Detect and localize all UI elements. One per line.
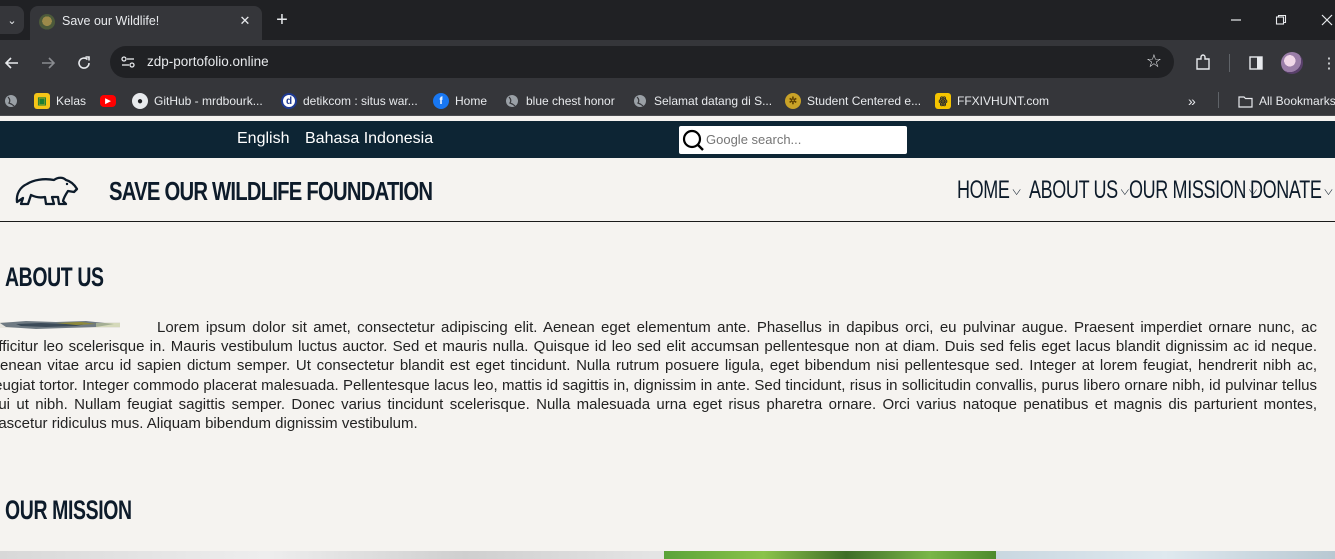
nav-mission-label: OUR MISSION: [1129, 176, 1247, 204]
minimize-icon[interactable]: [1226, 10, 1246, 30]
nav-donate[interactable]: DONATE ⌵: [1250, 176, 1333, 205]
bookmark-star-icon[interactable]: ☆: [1146, 51, 1162, 72]
side-panel-icon[interactable]: [1245, 52, 1267, 74]
profile-avatar[interactable]: [1281, 52, 1303, 74]
bookmark-item-detik[interactable]: d detikcom : situs war...: [281, 92, 418, 110]
bookmark-label: blue chest honor: [526, 94, 615, 108]
facebook-icon: f: [433, 93, 449, 109]
nav-our-mission[interactable]: OUR MISSION ⌵: [1129, 176, 1257, 205]
bookmarks-divider: [1218, 92, 1219, 108]
more-bookmarks-chevron-icon[interactable]: »: [1188, 92, 1196, 110]
university-icon: ✲: [785, 93, 801, 109]
bookmark-item-ffxivhunt[interactable]: ꙮ FFXIVHUNT.com: [935, 92, 1049, 110]
tab-search-button[interactable]: ⌄: [0, 6, 24, 34]
forward-arrow-icon[interactable]: [36, 51, 60, 75]
nav-home[interactable]: HOME ⌵: [957, 176, 1021, 205]
folder-icon: [1237, 93, 1253, 109]
globe-icon: [504, 93, 520, 109]
chevron-down-icon: ⌵: [1012, 182, 1021, 199]
detik-icon: d: [281, 93, 297, 109]
globe-icon: [3, 93, 19, 109]
bookmark-item-student[interactable]: ✲ Student Centered e...: [785, 92, 921, 110]
bookmark-item-selamat[interactable]: Selamat datang di S...: [632, 92, 772, 110]
nav-about-us[interactable]: ABOUT US ⌵: [1029, 176, 1129, 205]
bookmark-label: Kelas: [56, 94, 87, 108]
extensions-icon[interactable]: [1192, 52, 1214, 74]
window-close-icon[interactable]: [1317, 10, 1335, 30]
nav-donate-label: DONATE: [1250, 176, 1322, 204]
youtube-icon: ▶: [100, 95, 116, 107]
url-text: zdp-portofolio.online: [147, 54, 269, 69]
bookmark-item[interactable]: [3, 92, 25, 110]
google-search-box[interactable]: [679, 126, 907, 154]
bookmark-label: FFXIVHUNT.com: [957, 94, 1050, 108]
ffxivhunt-icon: ꙮ: [935, 93, 951, 109]
bookmark-label: detikcom : situs war...: [303, 94, 418, 108]
reload-icon[interactable]: [72, 51, 96, 75]
bookmark-label: Student Centered e...: [807, 94, 922, 108]
site-header: SAVE OUR WILDLIFE FOUNDATION HOME ⌵ ABOUT…: [0, 158, 1335, 222]
bookmark-label: GitHub - mrdbourk...: [154, 94, 263, 108]
classroom-icon: ▣: [34, 93, 50, 109]
search-icon: [682, 129, 704, 151]
bookmark-item-github[interactable]: ● GitHub - mrdbourk...: [132, 92, 263, 110]
mission-image-row: [0, 551, 1335, 559]
back-arrow-icon[interactable]: [0, 51, 24, 75]
more-menu-icon[interactable]: ⋮: [1318, 52, 1335, 74]
address-bar[interactable]: zdp-portofolio.online ☆: [110, 46, 1174, 78]
chevron-down-icon: ⌵: [1120, 182, 1129, 199]
browser-toolbar: zdp-portofolio.online ☆ ⋮: [0, 40, 1335, 85]
site-info-icon[interactable]: [120, 54, 136, 70]
tab-title: Save our Wildlife!: [62, 14, 160, 28]
about-image: [0, 321, 120, 329]
bookmark-label: Selamat datang di S...: [654, 94, 773, 108]
bookmark-item-kelas[interactable]: ▣ Kelas: [34, 92, 86, 110]
wildlife-favicon-icon: [39, 14, 55, 30]
restore-icon[interactable]: [1271, 10, 1291, 30]
site-brand-title[interactable]: SAVE OUR WILDLIFE FOUNDATION: [109, 176, 433, 207]
chevron-down-icon: ⌵: [1324, 182, 1333, 199]
bear-logo-icon[interactable]: [14, 168, 80, 208]
all-bookmarks-label: All Bookmarks: [1259, 94, 1335, 108]
browser-tab[interactable]: Save our Wildlife! ✕: [30, 6, 262, 40]
browser-tab-strip: ⌄ Save our Wildlife! ✕ +: [0, 0, 1335, 40]
bookmarks-bar: ▣ Kelas ▶ ● GitHub - mrdbourk... d detik…: [0, 85, 1335, 116]
lang-indonesia-link[interactable]: Bahasa Indonesia: [305, 130, 433, 148]
bookmark-item-home[interactable]: f Home: [433, 92, 487, 110]
toolbar-divider: [1229, 54, 1230, 72]
mission-image[interactable]: [664, 551, 996, 559]
all-bookmarks-folder[interactable]: All Bookmarks: [1237, 92, 1335, 110]
our-mission-heading: OUR MISSION: [5, 495, 132, 525]
mission-image[interactable]: [996, 551, 1335, 559]
globe-icon: [632, 93, 648, 109]
nav-home-label: HOME: [957, 176, 1010, 204]
new-tab-button[interactable]: +: [272, 10, 292, 30]
language-bar: English Bahasa Indonesia: [0, 121, 1335, 158]
github-icon: ●: [132, 93, 148, 109]
search-input[interactable]: [706, 132, 901, 147]
bookmark-label: Home: [455, 94, 488, 108]
lang-english-link[interactable]: English: [237, 130, 289, 148]
bookmark-item-blue-chest[interactable]: blue chest honor: [504, 92, 615, 110]
mission-image[interactable]: [0, 551, 664, 559]
about-us-paragraph: Lorem ipsum dolor sit amet, consectetur …: [0, 319, 1317, 433]
nav-about-label: ABOUT US: [1029, 176, 1118, 204]
close-icon[interactable]: ✕: [236, 12, 254, 30]
bookmark-item-youtube[interactable]: ▶: [100, 92, 122, 110]
about-us-heading: ABOUT US: [5, 262, 104, 292]
